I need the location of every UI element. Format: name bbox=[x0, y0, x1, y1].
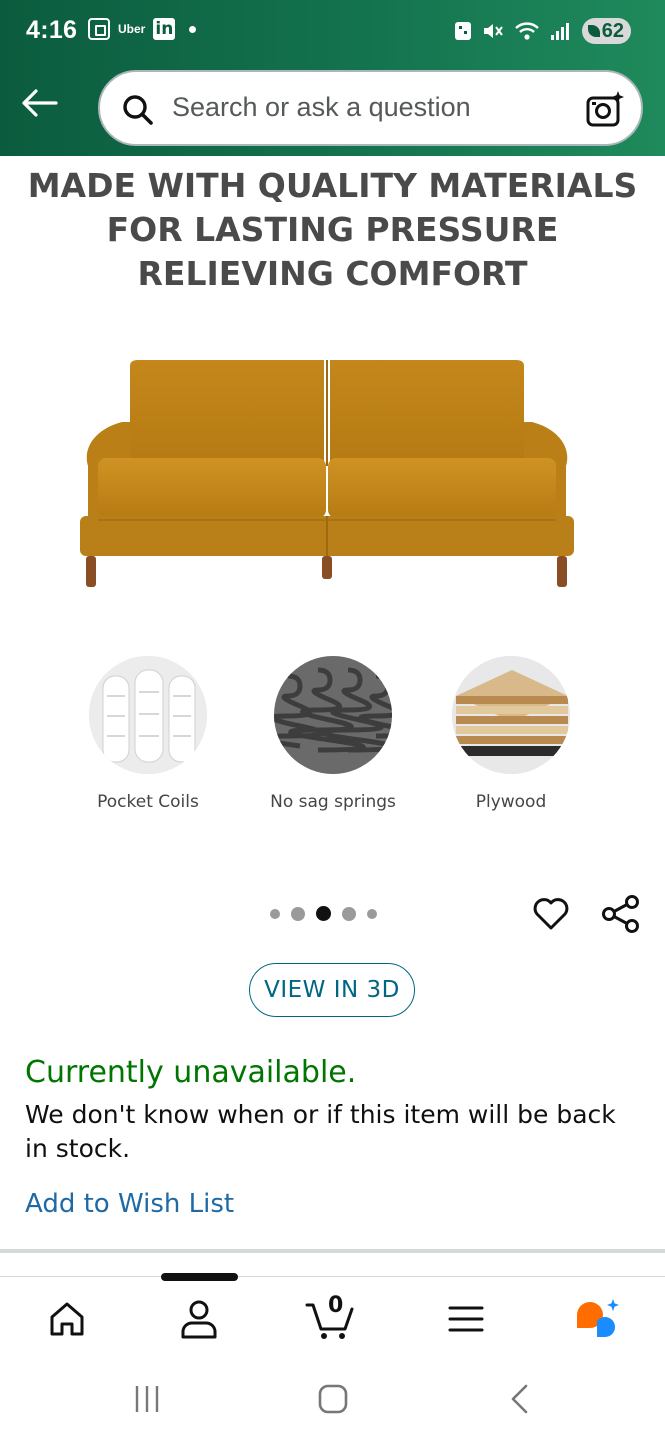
product-image-carousel[interactable]: MADE WITH QUALITY MATERIALS FOR LASTING … bbox=[0, 156, 665, 856]
cart-count: 0 bbox=[328, 1293, 344, 1318]
home-icon[interactable] bbox=[42, 1297, 92, 1341]
more-notifications-dot bbox=[189, 25, 197, 33]
recent-apps-icon[interactable] bbox=[133, 1384, 161, 1414]
home-button-icon[interactable] bbox=[318, 1384, 348, 1414]
battery-indicator: 62 bbox=[581, 18, 631, 44]
signal-icon bbox=[550, 23, 569, 40]
heart-icon[interactable] bbox=[532, 894, 570, 932]
account-icon[interactable] bbox=[174, 1297, 224, 1341]
material-plywood: Plywood bbox=[436, 656, 586, 812]
availability-section: Currently unavailable. We don't know whe… bbox=[25, 1055, 640, 1166]
add-to-wish-list-link[interactable]: Add to Wish List bbox=[25, 1189, 234, 1219]
material-pocket-coils: Pocket Coils bbox=[73, 656, 223, 812]
active-tab-indicator bbox=[161, 1273, 238, 1281]
system-navigation-bar bbox=[0, 1362, 665, 1440]
no-sag-springs-image bbox=[274, 656, 392, 774]
mute-icon bbox=[483, 24, 503, 38]
linkedin-icon: in bbox=[153, 18, 176, 40]
carousel-indicator[interactable] bbox=[270, 906, 377, 921]
status-notification-icons: Uber in bbox=[88, 18, 197, 40]
back-arrow-icon[interactable] bbox=[20, 88, 58, 118]
camera-search-icon[interactable] bbox=[585, 90, 625, 128]
headline-line-1: MADE WITH QUALITY MATERIALS bbox=[27, 166, 638, 205]
status-system-icons: 62 bbox=[454, 18, 631, 44]
search-bar[interactable]: Search or ask a question bbox=[98, 70, 643, 146]
headline-line-2: FOR LASTING PRESSURE bbox=[106, 210, 559, 249]
wifi-icon bbox=[514, 22, 539, 40]
material-no-sag-springs: No sag springs bbox=[258, 656, 408, 812]
screen-record-icon bbox=[88, 18, 110, 40]
nfc-icon bbox=[454, 22, 471, 40]
battery-saver-icon bbox=[587, 25, 600, 37]
section-divider bbox=[0, 1249, 665, 1253]
menu-icon[interactable] bbox=[441, 1297, 491, 1341]
material-label: Pocket Coils bbox=[97, 792, 199, 812]
material-label: Plywood bbox=[475, 792, 547, 812]
uber-icon: Uber bbox=[118, 22, 146, 36]
search-input[interactable]: Search or ask a question bbox=[172, 92, 471, 123]
bottom-navigation: 0 bbox=[0, 1273, 665, 1362]
battery-level: 62 bbox=[601, 19, 624, 42]
carousel-dot[interactable] bbox=[291, 906, 305, 921]
carousel-dot-active[interactable] bbox=[316, 906, 331, 921]
share-icon[interactable] bbox=[601, 894, 641, 934]
system-back-icon[interactable] bbox=[508, 1384, 530, 1414]
carousel-dot[interactable] bbox=[270, 908, 280, 919]
plywood-image bbox=[452, 656, 570, 774]
status-time: 4:16 bbox=[26, 16, 78, 44]
cart-button[interactable]: 0 bbox=[305, 1293, 357, 1341]
view-in-3d-button[interactable]: VIEW IN 3D bbox=[249, 963, 415, 1017]
rufus-icon[interactable] bbox=[573, 1297, 623, 1341]
material-label: No sag springs bbox=[270, 792, 396, 812]
product-image-headline: MADE WITH QUALITY MATERIALS FOR LASTING … bbox=[0, 164, 665, 296]
headline-line-3: RELIEVING COMFORT bbox=[137, 254, 528, 293]
availability-description: We don't know when or if this item will … bbox=[25, 1100, 616, 1163]
status-bar: 4:16 Uber in 62 bbox=[0, 0, 665, 62]
app-header: 4:16 Uber in 62 Search or ask a question bbox=[0, 0, 665, 156]
availability-status: Currently unavailable. bbox=[25, 1055, 357, 1090]
carousel-dot[interactable] bbox=[367, 908, 377, 919]
sofa-image bbox=[80, 360, 574, 587]
carousel-dot[interactable] bbox=[342, 906, 356, 921]
pocket-coils-image bbox=[89, 656, 207, 774]
search-icon bbox=[123, 95, 153, 125]
